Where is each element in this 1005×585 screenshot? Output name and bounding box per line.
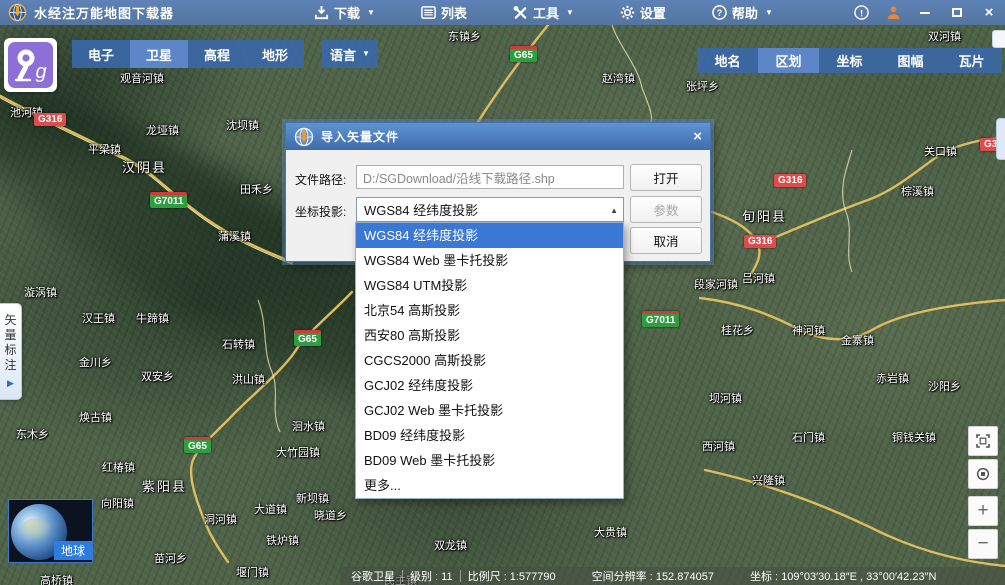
svg-text:g: g [35, 61, 46, 83]
vector-panel-char: 标 [4, 343, 16, 357]
locate-icon [975, 466, 991, 482]
menu-settings[interactable]: 设置 [620, 3, 666, 22]
gear-icon [620, 5, 635, 20]
menu-tools[interactable]: 工具 ▼ [513, 3, 574, 22]
mode-tab[interactable]: 瓦片 [941, 48, 1002, 73]
projection-option[interactable]: WGS84 经纬度投影 [356, 223, 623, 248]
vector-panel-char: 注 [4, 358, 16, 372]
import-globe-icon [294, 127, 314, 147]
download-icon [314, 5, 329, 20]
map-type-tab[interactable]: 电子 [72, 40, 130, 68]
app-logo-icon [8, 3, 27, 22]
window-controls: ! × [853, 5, 997, 21]
language-button[interactable]: 语言 ▼ [322, 40, 378, 68]
chevron-down-icon: ▼ [566, 9, 574, 17]
dialog-title-bar[interactable]: 导入矢量文件 × [286, 123, 710, 150]
status-coordinates: 坐标 : 109°03′30.18″E , 33°00′42.23″N [743, 568, 943, 584]
svg-text:?: ? [717, 8, 722, 18]
user-icon [886, 5, 901, 20]
zoom-out-icon: − [977, 533, 988, 555]
status-zoom-level: 级别 : 11 [403, 568, 460, 584]
about-button[interactable]: ! [853, 5, 869, 21]
map-type-tab[interactable]: 地形 [246, 40, 304, 68]
status-map-source: 谷歌卫星 [344, 568, 402, 584]
dialog-close-icon[interactable]: × [693, 129, 702, 144]
minimize-button[interactable] [917, 5, 933, 21]
projection-combobox[interactable]: WGS84 经纬度投影 ▲ [356, 197, 624, 222]
status-bar: 谷歌卫星 级别 : 11 比例尺 : 1:577790 空间分辨率 : 152.… [340, 567, 1005, 585]
collapsed-panel-handle[interactable] [996, 118, 1005, 160]
params-button[interactable]: 参数 [630, 196, 702, 223]
projection-option[interactable]: WGS84 Web 墨卡托投影 [356, 248, 623, 273]
map-type-tabs: 电子 卫星 高程 地形 [72, 40, 304, 68]
close-icon: × [985, 5, 994, 20]
globe-label: 地球 [54, 541, 92, 560]
locate-button[interactable] [968, 459, 998, 489]
right-mode-tabs: 地名 区划 坐标 图幅 瓦片 [697, 48, 1002, 73]
file-path-input[interactable]: D:/SGDownload/沿线下载路径.shp [356, 165, 624, 189]
projection-option[interactable]: 西安80 高斯投影 [356, 323, 623, 348]
expand-right-icon: ▶ [7, 376, 14, 390]
title-bar: 水经注万能地图下载器 下载 ▼ 列表 [0, 0, 1005, 25]
projection-option[interactable]: WGS84 UTM投影 [356, 273, 623, 298]
zoom-in-button[interactable]: + [968, 496, 998, 526]
projection-label: 坐标投影: [295, 203, 346, 220]
minimize-icon [920, 12, 930, 14]
brand-logo: g [8, 42, 53, 88]
projection-option[interactable]: 更多... [356, 473, 623, 498]
app-title: 水经注万能地图下载器 [34, 3, 174, 22]
dialog-title: 导入矢量文件 [321, 128, 399, 145]
menu-list[interactable]: 列表 [421, 3, 467, 22]
list-icon [421, 5, 436, 20]
menu-download[interactable]: 下载 ▼ [314, 3, 375, 22]
maximize-button[interactable] [949, 5, 965, 21]
chevron-down-icon: ▼ [362, 50, 370, 58]
cancel-button[interactable]: 取消 [630, 227, 702, 254]
brand-logo-card[interactable]: g [4, 38, 57, 92]
main-menu: 下载 ▼ 列表 工具 ▼ [314, 3, 773, 22]
map-pin-icon: g [8, 42, 53, 88]
tools-icon [513, 5, 528, 20]
status-resolution: 空间分辨率 : 152.874057 [585, 568, 721, 584]
app-window: 池河镇 观音河镇 东镇乡 赵湾镇 张坪乡 双河镇 龙垭镇 沈坝镇 平梁镇 汉阴县… [0, 0, 1005, 585]
svg-text:!: ! [859, 8, 862, 18]
zoom-in-icon: + [977, 500, 988, 522]
vector-annotation-panel-handle[interactable]: 矢 量 标 注 ▶ [0, 303, 22, 400]
vector-panel-char: 矢 [4, 313, 16, 327]
map-type-tab[interactable]: 卫星 [130, 40, 188, 68]
vector-panel-char: 量 [4, 328, 16, 342]
mode-tab[interactable]: 坐标 [819, 48, 880, 73]
chevron-down-icon: ▼ [765, 9, 773, 17]
fullscreen-button[interactable] [968, 426, 998, 456]
info-icon: ! [854, 5, 869, 20]
projection-dropdown-list: WGS84 经纬度投影 WGS84 Web 墨卡托投影 WGS84 UTM投影 … [355, 222, 624, 499]
projection-option[interactable]: GCJ02 经纬度投影 [356, 373, 623, 398]
collapsed-panel-handle-small[interactable] [992, 30, 1005, 48]
projection-option[interactable]: BD09 经纬度投影 [356, 423, 623, 448]
projection-option[interactable]: BD09 Web 墨卡托投影 [356, 448, 623, 473]
projection-option[interactable]: GCJ02 Web 墨卡托投影 [356, 398, 623, 423]
open-button[interactable]: 打开 [630, 164, 702, 191]
file-path-label: 文件路径: [295, 171, 346, 188]
help-icon: ? [712, 5, 727, 20]
chevron-up-icon: ▲ [610, 206, 618, 215]
fullscreen-icon [975, 433, 991, 449]
projection-option[interactable]: 北京54 高斯投影 [356, 298, 623, 323]
map-type-tab[interactable]: 高程 [188, 40, 246, 68]
maximize-icon [952, 8, 962, 17]
mode-tab[interactable]: 地名 [697, 48, 758, 73]
globe-preview[interactable]: 地球 [8, 499, 93, 563]
close-button[interactable]: × [981, 5, 997, 21]
chevron-down-icon: ▼ [367, 9, 375, 17]
user-account-button[interactable] [885, 5, 901, 21]
zoom-out-button[interactable]: − [968, 529, 998, 559]
status-scale: 比例尺 : 1:577790 [461, 568, 563, 584]
menu-help[interactable]: ? 帮助 ▼ [712, 3, 773, 22]
mode-tab[interactable]: 图幅 [880, 48, 941, 73]
projection-option[interactable]: CGCS2000 高斯投影 [356, 348, 623, 373]
mode-tab[interactable]: 区划 [758, 48, 819, 73]
